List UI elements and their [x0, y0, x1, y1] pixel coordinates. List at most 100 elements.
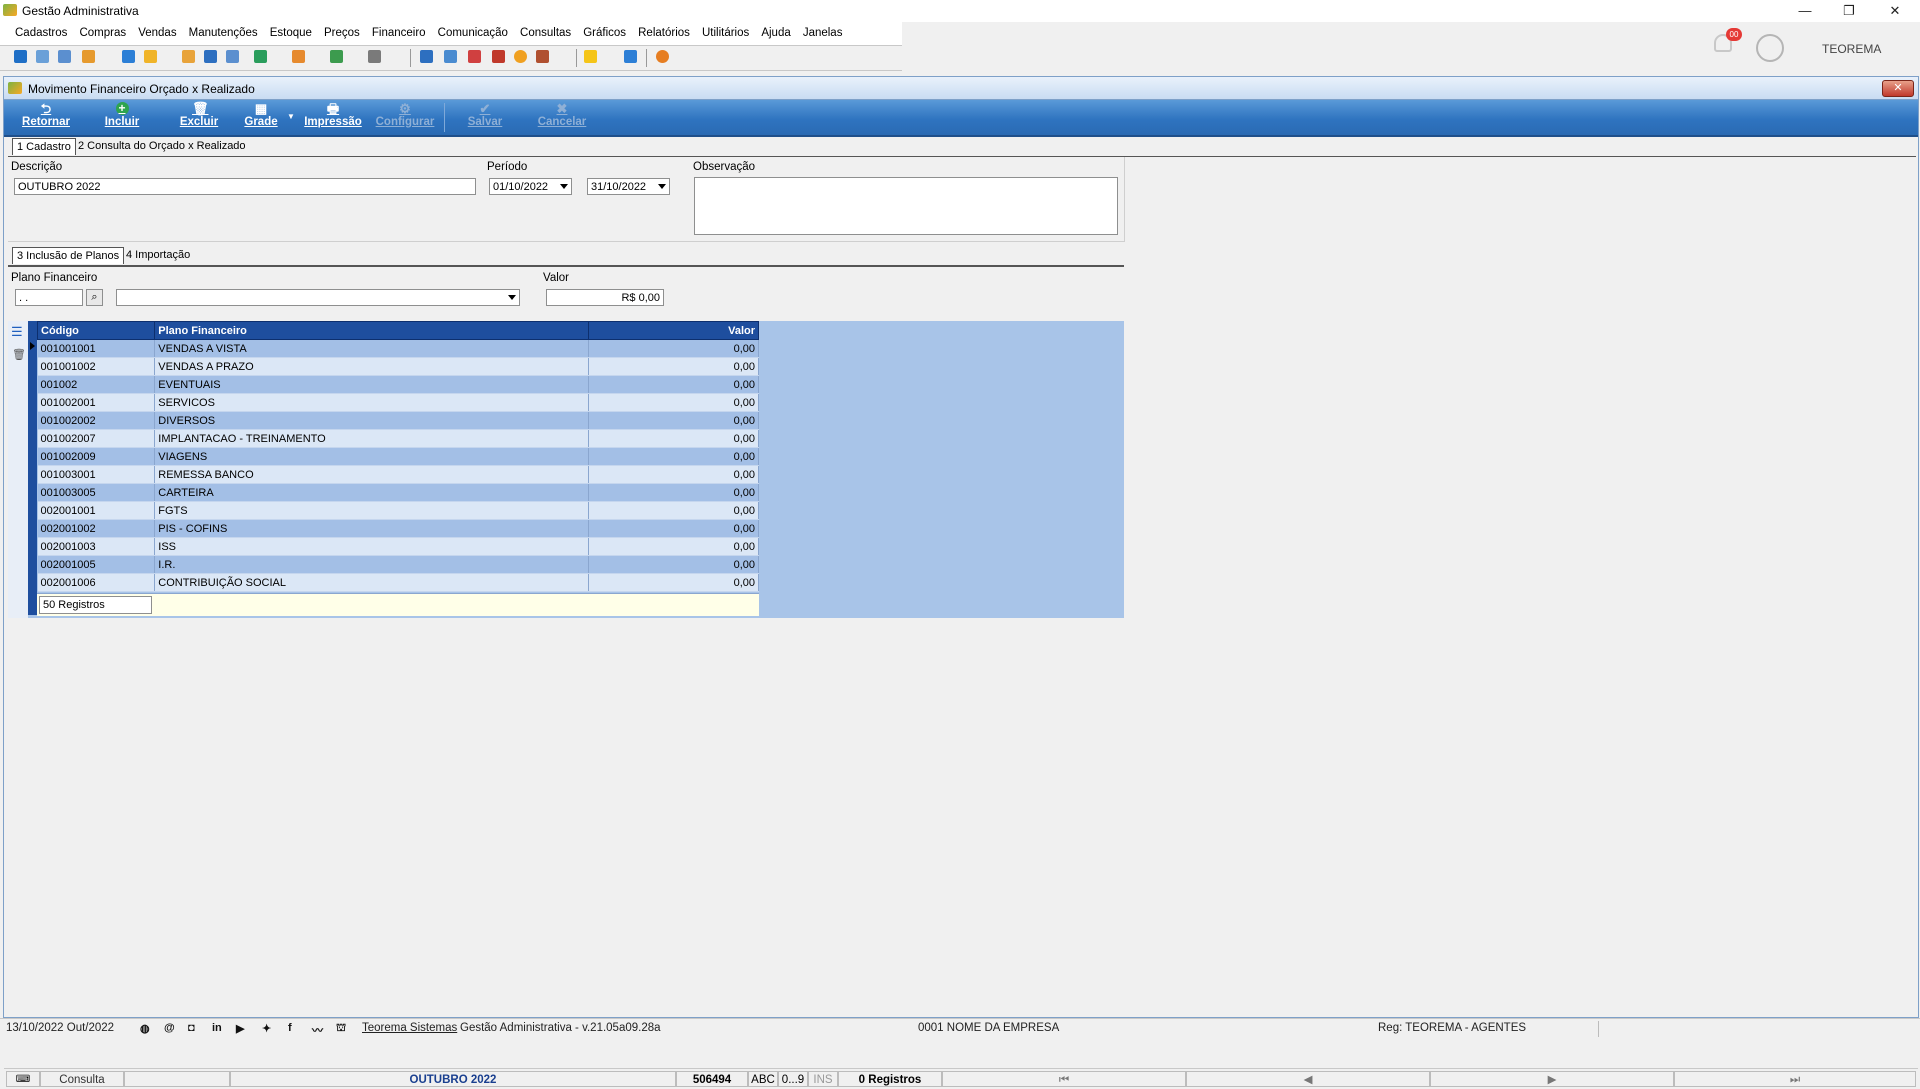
- table-row[interactable]: 002001001 FGTS 0,00: [37, 501, 760, 520]
- menu-graficos[interactable]: Gráficos: [578, 22, 630, 39]
- table-row[interactable]: 002001003 ISS 0,00: [37, 537, 760, 556]
- plano-code-input[interactable]: . .: [15, 289, 83, 306]
- star-icon[interactable]: [584, 50, 597, 63]
- instagram-icon[interactable]: ◘: [188, 1022, 195, 1034]
- money-icon[interactable]: [144, 50, 157, 63]
- menu-precos[interactable]: Preços: [319, 22, 364, 39]
- menu-consultas[interactable]: Consultas: [515, 22, 575, 39]
- tab-inclusao-planos[interactable]: 3 Inclusão de Planos: [12, 247, 125, 264]
- table-row[interactable]: 002001005 I.R. 0,00: [37, 555, 760, 574]
- facebook-icon[interactable]: f: [288, 1022, 292, 1034]
- trash-icon[interactable]: 🗑: [12, 348, 26, 361]
- clock-icon[interactable]: [514, 50, 527, 63]
- chart-icon[interactable]: [330, 50, 343, 63]
- menu-utilitarios[interactable]: Utilitários: [697, 22, 753, 39]
- cell-valor[interactable]: 0,00: [588, 339, 760, 358]
- cell-plano[interactable]: IMPLANTACAO - TREINAMENTO: [154, 429, 589, 448]
- cell-valor[interactable]: 0,00: [588, 483, 760, 502]
- cell-valor[interactable]: 0,00: [588, 573, 760, 592]
- cell-codigo[interactable]: 001002001: [37, 393, 156, 412]
- nav-first-button[interactable]: ⏮: [942, 1071, 1186, 1087]
- tab-cadastro[interactable]: 1 Cadastro: [12, 138, 76, 155]
- nav-prev-button[interactable]: ◀: [1186, 1071, 1430, 1087]
- calendar-icon[interactable]: [420, 50, 433, 63]
- cell-plano[interactable]: DIVERSOS: [154, 411, 589, 430]
- restore-button[interactable]: ❐: [1826, 0, 1872, 22]
- minimize-button[interactable]: —: [1782, 0, 1828, 22]
- column-header-plano[interactable]: Plano Financeiro: [154, 321, 589, 340]
- column-header-codigo[interactable]: Código: [36, 321, 156, 340]
- cell-valor[interactable]: 0,00: [588, 537, 760, 556]
- table-row[interactable]: 001002007 IMPLANTACAO - TREINAMENTO 0,00: [37, 429, 760, 448]
- print-icon[interactable]: [368, 50, 381, 63]
- table-row[interactable]: 001001002 VENDAS A PRAZO 0,00: [37, 357, 760, 376]
- cell-codigo[interactable]: 001001002: [37, 357, 156, 376]
- menu-janelas[interactable]: Janelas: [798, 22, 847, 39]
- folder-icon[interactable]: [14, 50, 27, 63]
- impressao-button[interactable]: 🖶 Impressão: [300, 102, 366, 128]
- cell-valor[interactable]: 0,00: [588, 447, 760, 466]
- valor-input[interactable]: R$ 0,00: [546, 289, 664, 306]
- cell-plano[interactable]: VENDAS A PRAZO: [154, 357, 589, 376]
- cell-valor[interactable]: 0,00: [588, 357, 760, 376]
- list-icon[interactable]: ☰: [11, 324, 23, 340]
- cell-codigo[interactable]: 001002: [37, 375, 156, 394]
- cart-icon[interactable]: [254, 50, 267, 63]
- person-icon[interactable]: [182, 50, 195, 63]
- email-icon[interactable]: @: [164, 1022, 175, 1034]
- cell-valor[interactable]: 0,00: [588, 411, 760, 430]
- cell-codigo[interactable]: 001001001: [37, 339, 156, 358]
- youtube-icon[interactable]: ▶: [236, 1022, 244, 1035]
- table-row[interactable]: 001001001 VENDAS A VISTA 0,00: [37, 339, 760, 358]
- cell-codigo[interactable]: 001002002: [37, 411, 156, 430]
- table-row[interactable]: 001003001 REMESSA BANCO 0,00: [37, 465, 760, 484]
- cell-codigo[interactable]: 001002007: [37, 429, 156, 448]
- linkedin-icon[interactable]: in: [212, 1022, 222, 1034]
- cell-plano[interactable]: CONTRIBUIÇÃO SOCIAL: [154, 573, 589, 592]
- grade-dropdown[interactable]: ▼: [286, 112, 296, 121]
- cell-plano[interactable]: EVENTUAIS: [154, 375, 589, 394]
- search-button[interactable]: ⌕: [86, 289, 103, 306]
- table-row[interactable]: 001002009 VIAGENS 0,00: [37, 447, 760, 466]
- cell-plano[interactable]: PIS - COFINS: [154, 519, 589, 538]
- nav-last-button[interactable]: ⏭: [1674, 1071, 1916, 1087]
- nav-next-button[interactable]: ▶: [1430, 1071, 1674, 1087]
- tree-icon[interactable]: [82, 50, 95, 63]
- cell-valor[interactable]: 0,00: [588, 393, 760, 412]
- menu-manutencoes[interactable]: Manutenções: [184, 22, 262, 39]
- twitter-icon[interactable]: ✦: [262, 1022, 271, 1035]
- column-header-valor[interactable]: Valor: [587, 321, 760, 340]
- configurar-button[interactable]: ⚙ Configurar: [372, 102, 438, 128]
- table-icon[interactable]: [536, 50, 549, 63]
- cell-plano[interactable]: FGTS: [154, 501, 589, 520]
- tab-consulta[interactable]: 2 Consulta do Orçado x Realizado: [74, 138, 250, 154]
- cell-plano[interactable]: VENDAS A VISTA: [154, 339, 589, 358]
- cell-codigo[interactable]: 001003005: [37, 483, 156, 502]
- cell-codigo[interactable]: 002001001: [37, 501, 156, 520]
- calc-icon[interactable]: [204, 50, 217, 63]
- periodo-fim-picker[interactable]: 31/10/2022: [587, 178, 670, 195]
- excluir-button[interactable]: 🗑 Excluir: [176, 102, 222, 128]
- document-icon[interactable]: [122, 50, 135, 63]
- cell-codigo[interactable]: 001003001: [37, 465, 156, 484]
- cancelar-button[interactable]: ✖ Cancelar: [534, 102, 590, 128]
- box-icon[interactable]: [292, 50, 305, 63]
- descricao-input[interactable]: OUTUBRO 2022: [14, 178, 476, 195]
- power-icon[interactable]: [656, 50, 669, 63]
- table-row[interactable]: 002001006 CONTRIBUIÇÃO SOCIAL 0,00: [37, 573, 760, 592]
- menu-vendas[interactable]: Vendas: [133, 22, 180, 39]
- user-avatar-icon[interactable]: [1756, 34, 1784, 62]
- cell-valor[interactable]: 0,00: [588, 465, 760, 484]
- cell-plano[interactable]: REMESSA BANCO: [154, 465, 589, 484]
- cell-plano[interactable]: SERVICOS: [154, 393, 589, 412]
- cell-valor[interactable]: 0,00: [588, 429, 760, 448]
- cell-codigo[interactable]: 001002009: [37, 447, 156, 466]
- grade-button[interactable]: ▦ Grade: [240, 102, 282, 128]
- table-row[interactable]: 002001002 PIS - COFINS 0,00: [37, 519, 760, 538]
- swoosh-icon[interactable]: 〰: [312, 1022, 323, 1038]
- cell-plano[interactable]: I.R.: [154, 555, 589, 574]
- menu-comunicacao[interactable]: Comunicação: [433, 22, 512, 39]
- cell-codigo[interactable]: 002001003: [37, 537, 156, 556]
- table-row[interactable]: 001002 EVENTUAIS 0,00: [37, 375, 760, 394]
- sheet-icon[interactable]: [444, 50, 457, 63]
